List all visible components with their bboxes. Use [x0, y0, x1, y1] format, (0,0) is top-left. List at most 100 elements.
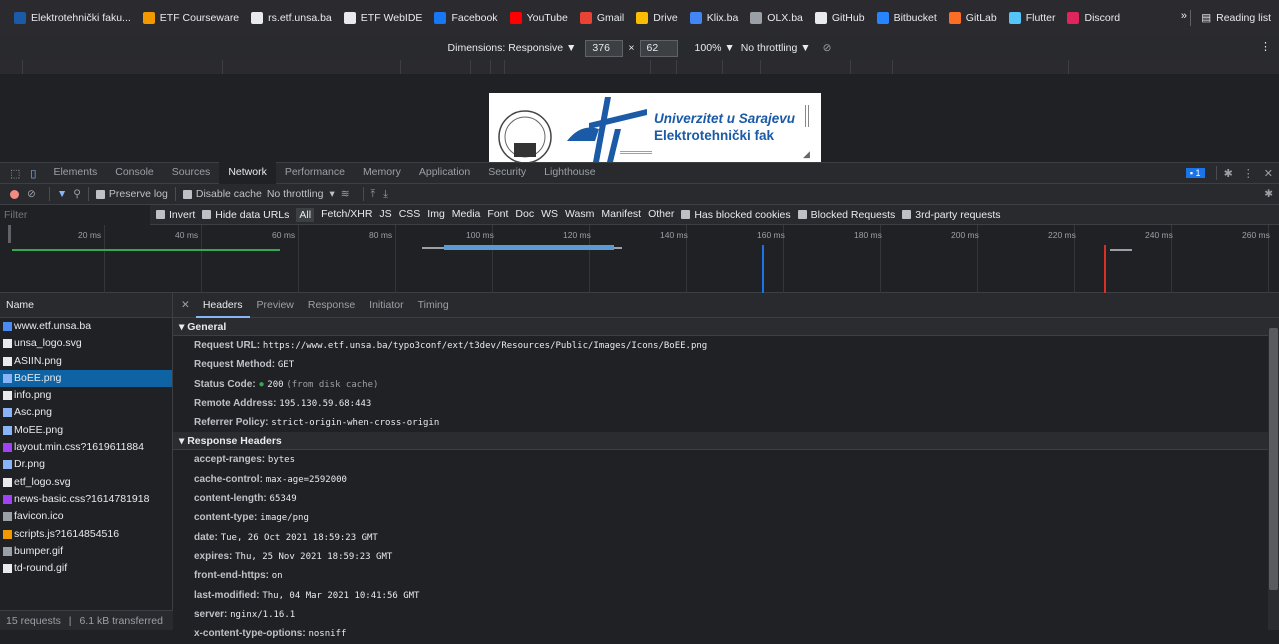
detail-scrollbar[interactable] — [1268, 318, 1279, 630]
filter-type-other[interactable]: Other — [648, 208, 674, 222]
tab-console[interactable]: Console — [106, 162, 163, 184]
more-options-icon[interactable]: ⋮ — [1260, 40, 1271, 53]
preserve-log-checkbox[interactable] — [95, 189, 105, 199]
request-row[interactable]: Dr.png — [0, 456, 172, 473]
invert-checkbox[interactable] — [156, 210, 165, 219]
request-row[interactable]: Asc.png — [0, 404, 172, 421]
bookmark-item[interactable]: Drive — [636, 12, 678, 24]
detail-tab-headers[interactable]: Headers — [195, 293, 250, 318]
detail-tab-initiator[interactable]: Initiator — [362, 293, 410, 318]
bookmark-item[interactable]: Gmail — [579, 12, 624, 24]
hide-data-urls-checkbox[interactable] — [202, 210, 212, 219]
request-row[interactable]: td-round.gif — [0, 560, 172, 577]
issues-badge[interactable]: ▪ 1 — [1185, 168, 1205, 178]
filter-type-img[interactable]: Img — [427, 208, 445, 222]
corner-resize-handle[interactable]: ◢ — [803, 149, 810, 160]
detail-tab-response[interactable]: Response — [301, 293, 362, 318]
reading-list-button[interactable]: ▤ Reading list — [1182, 10, 1271, 26]
request-row[interactable]: news-basic.css?1614781918 — [0, 491, 172, 508]
tab-sources[interactable]: Sources — [163, 162, 220, 184]
rotate-icon[interactable]: ⊘ — [823, 42, 832, 54]
filter-type-css[interactable]: CSS — [399, 208, 421, 222]
bottom-resize-handle[interactable] — [620, 150, 652, 156]
tab-application[interactable]: Application — [410, 162, 479, 184]
record-icon[interactable] — [10, 189, 19, 199]
wifi-icon[interactable]: ≋ — [341, 188, 350, 200]
general-section-header[interactable]: ▾ General — [173, 318, 1279, 336]
throttling-dropdown[interactable]: No throttling — [267, 188, 324, 200]
bookmark-item[interactable]: Elektrotehnički faku... — [14, 12, 131, 24]
zoom-dropdown[interactable]: 100% ▼ — [695, 42, 735, 54]
bookmark-item[interactable]: Flutter — [1008, 12, 1055, 24]
network-overview-timeline[interactable]: 20 ms 40 ms 60 ms 80 ms 100 ms 120 ms 140 ms 16… — [0, 225, 1279, 293]
bookmark-item[interactable]: OLX.ba — [750, 12, 803, 24]
bookmark-item[interactable]: Discord — [1067, 12, 1120, 24]
tab-memory[interactable]: Memory — [354, 162, 410, 184]
request-row[interactable]: info.png — [0, 387, 172, 404]
overview-left-handle[interactable] — [8, 225, 11, 243]
export-icon[interactable]: ⤓ — [383, 188, 388, 201]
clear-icon[interactable]: ⊘ — [27, 188, 36, 200]
third-party-checkbox[interactable] — [902, 210, 912, 219]
device-height-input[interactable] — [639, 39, 678, 57]
blocked-requests-checkbox[interactable] — [797, 210, 807, 219]
bookmark-item[interactable]: rs.etf.unsa.ba — [251, 12, 332, 24]
filter-icon[interactable]: ▼ — [57, 188, 67, 200]
tab-security[interactable]: Security — [479, 162, 535, 184]
bookmark-item[interactable]: GitHub — [814, 12, 865, 24]
filter-type-fetch-xhr[interactable]: Fetch/XHR — [321, 208, 372, 222]
close-devtools-icon[interactable]: ✕ — [1264, 167, 1273, 180]
bookmark-item[interactable]: Bitbucket — [876, 12, 937, 24]
name-column-header[interactable]: Name — [0, 293, 172, 318]
filter-type-js[interactable]: JS — [379, 208, 391, 222]
filter-type-ws[interactable]: WS — [541, 208, 558, 222]
request-row[interactable]: scripts.js?1614854516 — [0, 526, 172, 543]
settings-icon[interactable]: ✱ — [1224, 167, 1233, 180]
request-row[interactable]: ASIIN.png — [0, 353, 172, 370]
blocked-cookies-checkbox[interactable] — [681, 210, 691, 219]
more-menu-icon[interactable]: ⋮ — [1243, 167, 1254, 180]
search-icon[interactable]: ⚲ — [73, 188, 81, 200]
filter-type-media[interactable]: Media — [452, 208, 481, 222]
close-detail-icon[interactable]: ✕ — [181, 299, 190, 311]
request-row[interactable]: layout.min.css?1619611884 — [0, 439, 172, 456]
request-row[interactable]: bumper.gif — [0, 543, 172, 560]
filter-input[interactable] — [0, 204, 150, 225]
detail-tab-preview[interactable]: Preview — [250, 293, 301, 318]
device-width-input[interactable] — [585, 39, 624, 57]
response-headers-section-header[interactable]: ▾ Response Headers — [173, 432, 1279, 451]
scrollbar-thumb[interactable] — [1269, 328, 1278, 590]
network-settings-icon[interactable]: ✱ — [1264, 188, 1273, 200]
request-row[interactable]: etf_logo.svg — [0, 474, 172, 491]
bookmark-item[interactable]: Facebook — [434, 12, 498, 24]
tab-network[interactable]: Network — [219, 162, 276, 184]
import-icon[interactable]: ⤒ — [371, 188, 376, 201]
tab-elements[interactable]: Elements — [44, 162, 106, 184]
bookmark-item[interactable]: GitLab — [948, 12, 997, 24]
request-row[interactable]: BoEE.png — [0, 369, 172, 388]
dimensions-dropdown[interactable]: Dimensions: Responsive ▼ — [448, 42, 577, 54]
request-row[interactable]: www.etf.unsa.ba — [0, 318, 172, 335]
detail-tab-timing[interactable]: Timing — [411, 293, 456, 318]
tab-performance[interactable]: Performance — [276, 162, 354, 184]
chevron-down-icon[interactable]: ▾ — [329, 188, 334, 200]
bookmark-item[interactable]: ETF WebIDE — [343, 12, 422, 24]
inspect-icon[interactable]: ⬚ — [0, 167, 26, 180]
bookmark-item[interactable]: YouTube — [509, 12, 568, 24]
request-row[interactable]: favicon.ico — [0, 508, 172, 525]
bookmark-item[interactable]: Klix.ba — [689, 12, 738, 24]
tab-lighthouse[interactable]: Lighthouse — [535, 162, 604, 184]
filter-type-manifest[interactable]: Manifest — [601, 208, 641, 222]
bookmark-item[interactable]: ETF Courseware — [142, 12, 239, 24]
device-toggle-icon[interactable]: ▯ — [26, 167, 44, 180]
disable-cache-checkbox[interactable] — [182, 189, 192, 199]
file-type-icon — [3, 460, 12, 470]
vertical-resize-handle[interactable] — [805, 105, 809, 127]
filter-type-doc[interactable]: Doc — [515, 208, 534, 222]
filter-type-all[interactable]: All — [296, 207, 315, 222]
filter-type-wasm[interactable]: Wasm — [565, 208, 594, 222]
request-row[interactable]: unsa_logo.svg — [0, 335, 172, 352]
request-row[interactable]: MoEE.png — [0, 422, 172, 439]
throttle-dropdown[interactable]: No throttling ▼ — [741, 42, 811, 54]
filter-type-font[interactable]: Font — [487, 208, 508, 222]
